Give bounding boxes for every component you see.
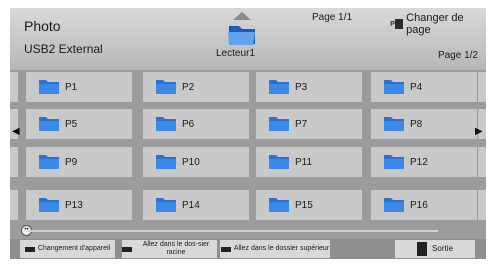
edge-tile	[10, 190, 18, 220]
folder-item[interactable]: P8	[371, 109, 477, 139]
scrollbar[interactable]	[28, 230, 438, 232]
folder-item[interactable]: P6	[143, 109, 249, 139]
folder-label: P9	[65, 156, 78, 168]
folder-label: P12	[410, 156, 428, 168]
folder-label: P8	[410, 118, 423, 130]
folder-row: P1 P2 P3 P4	[10, 72, 486, 102]
drive-label: Lecteur1	[216, 48, 255, 59]
folder-label: P2	[182, 81, 195, 93]
folder-row: P5 P6 P7 P8	[10, 109, 486, 139]
red-key-icon	[24, 246, 35, 252]
page-count: Page 1/2	[437, 50, 478, 61]
edge-tile	[478, 72, 486, 102]
device-name: USB2 External	[24, 42, 103, 56]
folder-label: P15	[295, 199, 313, 211]
folder-item[interactable]: P15	[256, 190, 362, 220]
folder-item[interactable]: P9	[26, 147, 132, 177]
parent-folder-button[interactable]: Allez dans le dossier supérieur	[220, 240, 330, 258]
edge-tile	[478, 147, 486, 177]
p-key-icon: P	[390, 18, 403, 30]
folder-label: P16	[410, 199, 428, 211]
folder-item[interactable]: P3	[256, 72, 362, 102]
folder-item[interactable]: P10	[143, 147, 249, 177]
footer-bar: Changement d'appareil Allez dans le dos-…	[10, 239, 486, 259]
edge-tile	[10, 72, 18, 102]
folder-label: P1	[65, 81, 78, 93]
edge-tile	[10, 147, 18, 177]
previous-page-arrow-icon[interactable]: ◀	[12, 126, 20, 137]
folder-label: P10	[182, 156, 200, 168]
folder-icon	[383, 196, 405, 215]
folder-icon	[38, 153, 60, 172]
folder-icon	[155, 153, 177, 172]
page-indicator: Page 1/1	[312, 12, 353, 23]
folder-label: P11	[295, 156, 313, 168]
folder-label: P13	[65, 199, 83, 211]
next-page-arrow-icon[interactable]: ▶	[475, 126, 483, 137]
exit-button[interactable]: Sortie	[395, 240, 475, 258]
folder-icon	[268, 115, 290, 134]
folder-item[interactable]: P14	[143, 190, 249, 220]
exit-key-icon	[417, 242, 428, 256]
file-browser-window: Photo USB2 External Lecteur1 Page 1/1 P …	[10, 8, 486, 259]
folder-item[interactable]: P7	[256, 109, 362, 139]
folder-item[interactable]: P1	[26, 72, 132, 102]
folder-item[interactable]: P16	[371, 190, 477, 220]
folder-icon	[38, 196, 60, 215]
folder-item[interactable]: P2	[143, 72, 249, 102]
folder-item[interactable]: P13	[26, 190, 132, 220]
folder-label: P7	[295, 118, 308, 130]
folder-icon	[155, 78, 177, 97]
folder-icon	[383, 115, 405, 134]
folder-item[interactable]: P11	[256, 147, 362, 177]
edge-tile	[478, 190, 486, 220]
folder-icon	[155, 196, 177, 215]
folder-item[interactable]: P12	[371, 147, 477, 177]
folder-icon	[268, 196, 290, 215]
folder-label: P6	[182, 118, 195, 130]
folder-icon	[268, 153, 290, 172]
folder-icon	[155, 115, 177, 134]
folder-item[interactable]: P5	[26, 109, 132, 139]
folder-icon	[38, 115, 60, 134]
green-key-icon	[122, 246, 132, 252]
yellow-key-icon	[220, 246, 231, 252]
root-folder-button[interactable]: Allez dans le dos-sier racine	[122, 240, 217, 258]
folder-icon	[383, 78, 405, 97]
folder-icon	[383, 153, 405, 172]
page-title: Photo	[24, 18, 61, 34]
header-bar: Photo USB2 External Lecteur1 Page 1/1 P …	[10, 8, 486, 70]
change-page-hint: P Changer de page	[390, 12, 486, 36]
drive-folder-icon	[227, 12, 257, 51]
folder-row: P9 P10 P11 P12	[10, 147, 486, 177]
folder-icon	[38, 78, 60, 97]
folder-label: P14	[182, 199, 200, 211]
folder-icon	[268, 78, 290, 97]
change-page-label: Changer de page	[406, 12, 464, 36]
folder-label: P5	[65, 118, 78, 130]
folder-label: P4	[410, 81, 423, 93]
change-device-button[interactable]: Changement d'appareil	[20, 240, 115, 258]
folder-item[interactable]: P4	[371, 72, 477, 102]
folder-row: P13 P14 P15 P16	[10, 190, 486, 220]
folder-label: P3	[295, 81, 308, 93]
